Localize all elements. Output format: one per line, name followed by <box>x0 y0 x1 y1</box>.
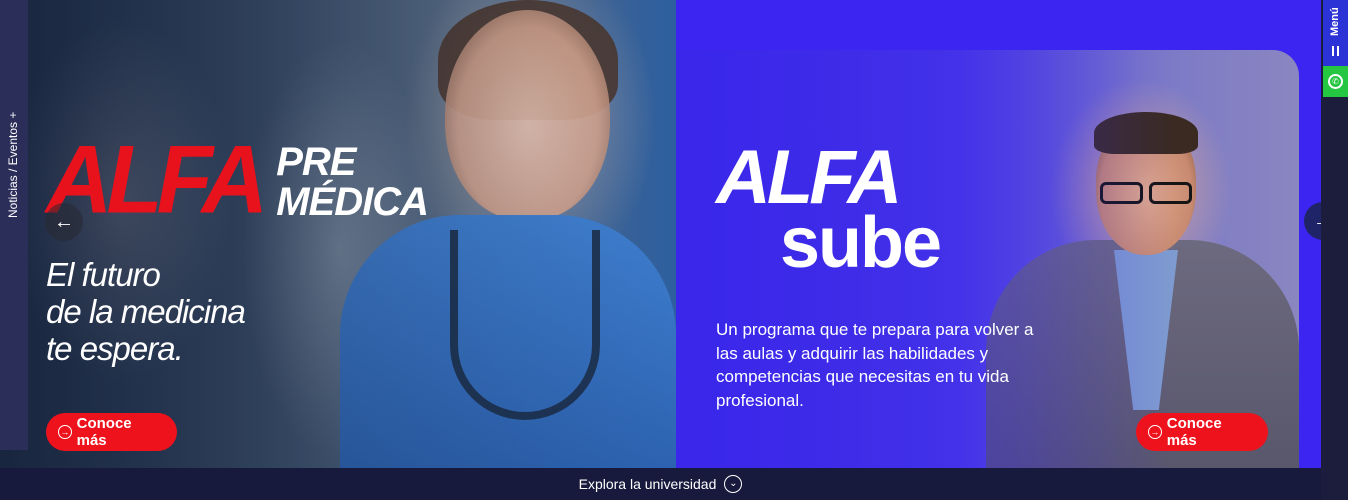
alfa-sube-logo: ALFA sube <box>716 140 942 283</box>
logo-premedica-text: PRE MÉDICA <box>276 140 429 224</box>
news-events-tab[interactable]: Noticias / Eventos + <box>0 0 28 450</box>
conoce-mas-button-sube[interactable]: → Conoce más <box>1136 413 1268 451</box>
explore-university-bar[interactable]: Explora la universidad ⌄ <box>0 468 1321 500</box>
logo-medica-line: MÉDICA <box>276 180 429 224</box>
chevron-down-circle-icon: ⌄ <box>724 475 743 493</box>
conoce-mas-button-premedica[interactable]: → Conoce más <box>46 413 177 451</box>
logo-sube-text: sube <box>780 203 942 283</box>
cta-label: Conoce más <box>76 415 132 449</box>
slide-tagline: El futuro de la medicina te espera. <box>46 256 246 367</box>
arrow-left-icon: ← <box>54 210 74 233</box>
whatsapp-button[interactable]: ✆ <box>1323 66 1348 97</box>
alfa-premedica-logo: ALFA PRE MÉDICA <box>46 132 429 229</box>
arrow-circle-icon: → <box>1148 425 1162 439</box>
menu-button[interactable]: Menú <box>1323 0 1348 66</box>
slide-description: Un programa que te prepara para volver a… <box>716 320 1034 410</box>
explore-label: Explora la universidad <box>578 476 717 492</box>
carousel-prev-button[interactable]: ← <box>45 203 83 241</box>
menu-label: Menú <box>1329 7 1341 36</box>
page: ALFA PRE MÉDICA El futuro de la medicina… <box>0 0 1348 500</box>
slide-overlay <box>0 0 676 468</box>
whatsapp-icon: ✆ <box>1328 74 1343 89</box>
slide-alfa-premedica[interactable] <box>0 0 676 468</box>
pause-bars-icon <box>1332 46 1339 56</box>
arrow-circle-icon: → <box>58 425 72 439</box>
news-events-label: Noticias / Eventos + <box>6 111 20 218</box>
cta-label: Conoce más <box>1166 415 1222 449</box>
logo-pre-line: PRE <box>276 140 356 184</box>
